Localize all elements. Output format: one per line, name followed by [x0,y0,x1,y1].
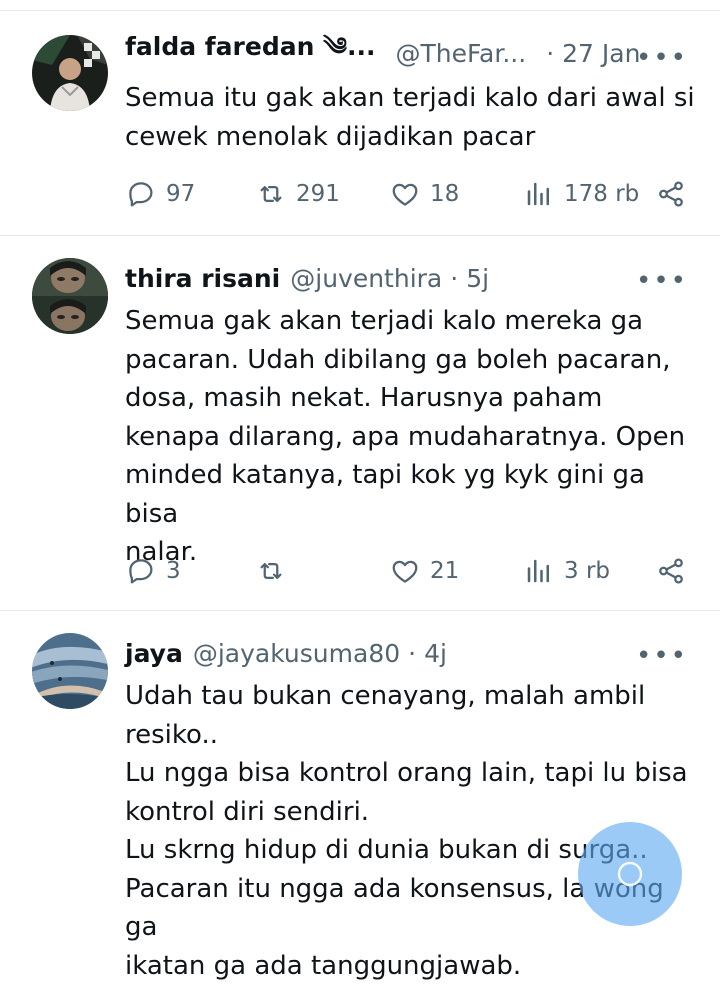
like-button[interactable]: 18 [390,174,459,214]
separator-dot: · [408,638,417,668]
tweet-2[interactable]: thira risani @juventhira · 5j ••• Semua … [0,235,720,610]
views-icon [527,559,549,583]
more-options-icon[interactable]: ••• [636,266,688,296]
user-handle[interactable]: @jayakusuma80 [193,639,400,668]
avatar[interactable] [32,258,108,334]
retweet-button[interactable]: 291 [256,174,340,214]
avatar[interactable] [32,35,108,111]
compose-button[interactable] [578,822,682,926]
reply-icon [129,559,153,584]
like-count: 21 [430,558,460,584]
reply-count: 97 [166,181,196,207]
more-options-icon[interactable]: ••• [636,43,688,73]
views-count: 3 rb [564,558,610,584]
reply-count: 3 [166,558,181,584]
tweet-text: Semua gak akan terjadi kalo mereka ga pa… [125,306,686,567]
reply-icon [129,182,153,207]
separator-dot: · [450,263,459,293]
views-button[interactable]: 178 rb [524,174,639,214]
like-count: 18 [430,181,460,207]
retweet-button[interactable] [256,551,286,591]
heart-icon [392,560,418,583]
user-handle[interactable]: @juventhira [290,264,442,293]
retweet-icon [260,563,282,579]
heart-icon [392,183,418,206]
display-name[interactable]: falda faredan ༄... [125,18,375,89]
views-button[interactable]: 3 rb [524,551,610,591]
share-icon [659,181,683,207]
share-button[interactable] [656,174,686,214]
timestamp[interactable]: 27 Jan [562,39,640,68]
reply-button[interactable]: 3 [126,551,181,591]
more-options-icon[interactable]: ••• [636,641,688,671]
retweet-icon [260,186,282,202]
share-button[interactable] [656,551,686,591]
tweet-header: jaya @jayakusuma80 · 4j [125,633,690,673]
reply-button[interactable]: 97 [126,174,195,214]
like-button[interactable]: 21 [390,551,459,591]
views-icon [527,182,549,206]
tweet-header: falda faredan ༄... @TheFar... · 27 Jan [125,32,690,73]
compose-icon [617,861,643,887]
avatar[interactable] [32,633,108,709]
tweet-text: Semua itu gak akan terjadi kalo dari awa… [125,83,695,152]
tweet-actions: 97 291 18 178 rb [0,174,720,214]
views-count: 178 rb [564,181,640,207]
tweet-header: thira risani @juventhira · 5j [125,258,690,298]
timestamp[interactable]: 5j [466,264,489,293]
share-icon [659,558,683,584]
separator-dot: · [546,38,555,68]
user-handle[interactable]: @TheFar... [395,39,526,68]
display-name[interactable]: thira risani [125,264,280,293]
retweet-count: 291 [296,181,340,207]
tweet-actions: 3 21 3 rb [0,551,720,591]
tweet-1[interactable]: falda faredan ༄... @TheFar... · 27 Jan •… [0,10,720,235]
display-name[interactable]: jaya [125,639,183,668]
timestamp[interactable]: 4j [424,639,447,668]
